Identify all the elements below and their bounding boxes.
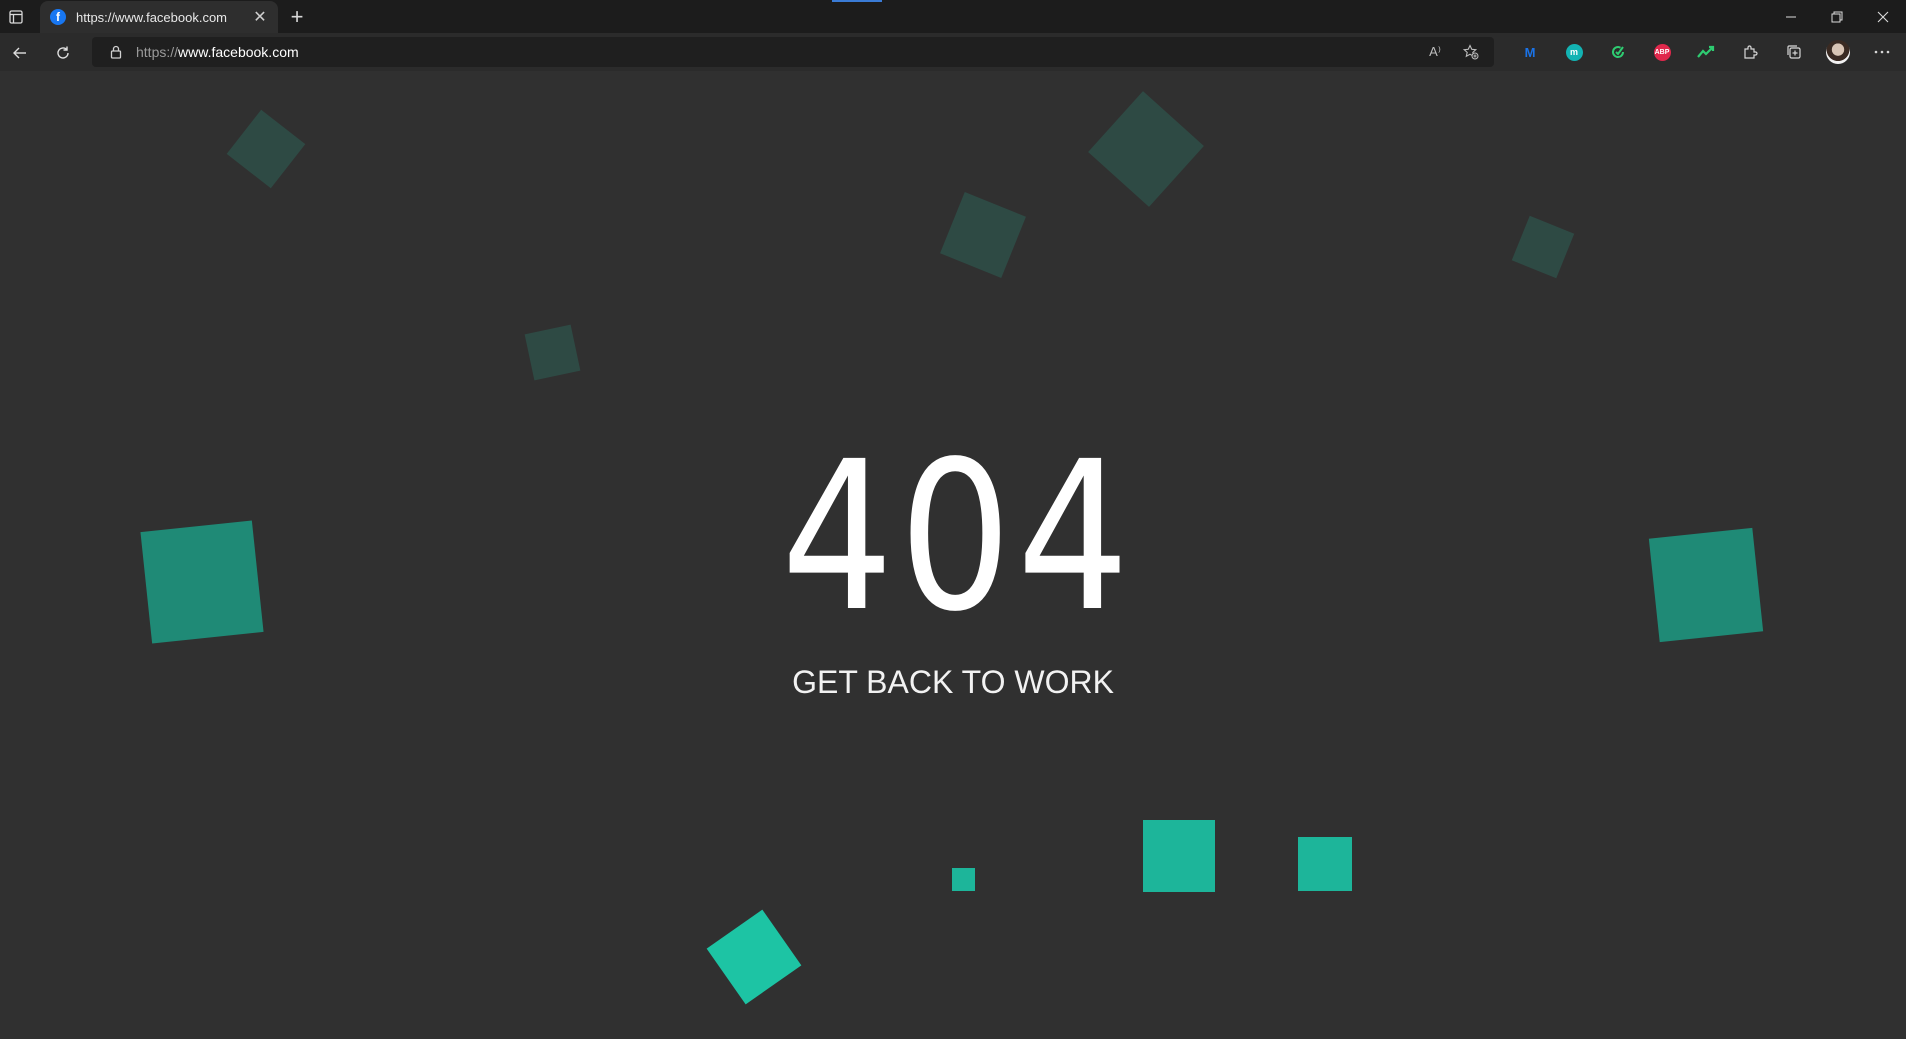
facebook-favicon-icon: f	[50, 9, 66, 25]
window-controls	[1768, 0, 1906, 33]
tab-title: https://www.facebook.com	[76, 9, 228, 25]
m-circle-extension-icon[interactable]: m	[1552, 37, 1596, 67]
lock-icon[interactable]	[106, 42, 126, 62]
tab-drag-indicator	[832, 0, 882, 2]
extensions-puzzle-icon[interactable]	[1728, 37, 1772, 67]
refresh-check-extension-icon[interactable]	[1596, 37, 1640, 67]
collections-icon[interactable]	[1772, 37, 1816, 67]
avatar	[1826, 40, 1850, 64]
decorative-square	[226, 109, 306, 189]
active-tab[interactable]: f https://www.facebook.com ✕	[40, 1, 278, 33]
browser-chrome: f https://www.facebook.com ✕ + https://w…	[0, 0, 1906, 72]
decorative-square	[952, 868, 975, 891]
url-host: www.facebook.com	[178, 44, 299, 60]
extensions-row: M m ABP	[1508, 37, 1904, 67]
restore-icon[interactable]	[1814, 0, 1860, 33]
refresh-icon[interactable]	[48, 38, 78, 68]
decorative-square	[1648, 527, 1764, 643]
decorative-square	[140, 520, 264, 644]
decorative-square	[1088, 91, 1204, 207]
decorative-square	[1298, 837, 1352, 891]
profile-avatar[interactable]	[1816, 37, 1860, 67]
read-aloud-icon[interactable]: A⁾	[1422, 39, 1448, 65]
new-tab-button[interactable]: +	[284, 4, 310, 30]
page-content: 404 GET BACK TO WORK	[0, 71, 1906, 1039]
tab-strip: f https://www.facebook.com ✕ +	[0, 0, 1906, 33]
decorative-square	[940, 192, 1026, 278]
minimize-icon[interactable]	[1768, 0, 1814, 33]
decorative-square	[1511, 215, 1575, 279]
url-text[interactable]: https://www.facebook.com	[136, 44, 1422, 60]
trend-extension-icon[interactable]	[1684, 37, 1728, 67]
address-bar[interactable]: https://www.facebook.com A⁾	[92, 37, 1494, 67]
more-options-icon[interactable]	[1860, 37, 1904, 67]
error-message: GET BACK TO WORK	[792, 664, 1114, 700]
add-favorite-icon[interactable]	[1458, 39, 1484, 65]
browser-toolbar: https://www.facebook.com A⁾ M m ABP	[0, 33, 1906, 72]
decorative-square	[1143, 820, 1215, 892]
tab-actions-icon[interactable]	[4, 5, 28, 29]
close-window-icon[interactable]	[1860, 0, 1906, 33]
decorative-square	[706, 909, 802, 1005]
url-scheme: https://	[136, 44, 179, 60]
error-code: 404	[781, 417, 1135, 657]
close-tab-icon[interactable]: ✕	[248, 5, 272, 29]
back-arrow-icon[interactable]	[5, 38, 35, 68]
abp-extension-icon[interactable]: ABP	[1640, 37, 1684, 67]
m-extension-icon[interactable]: M	[1508, 37, 1552, 67]
decorative-square	[524, 324, 581, 381]
